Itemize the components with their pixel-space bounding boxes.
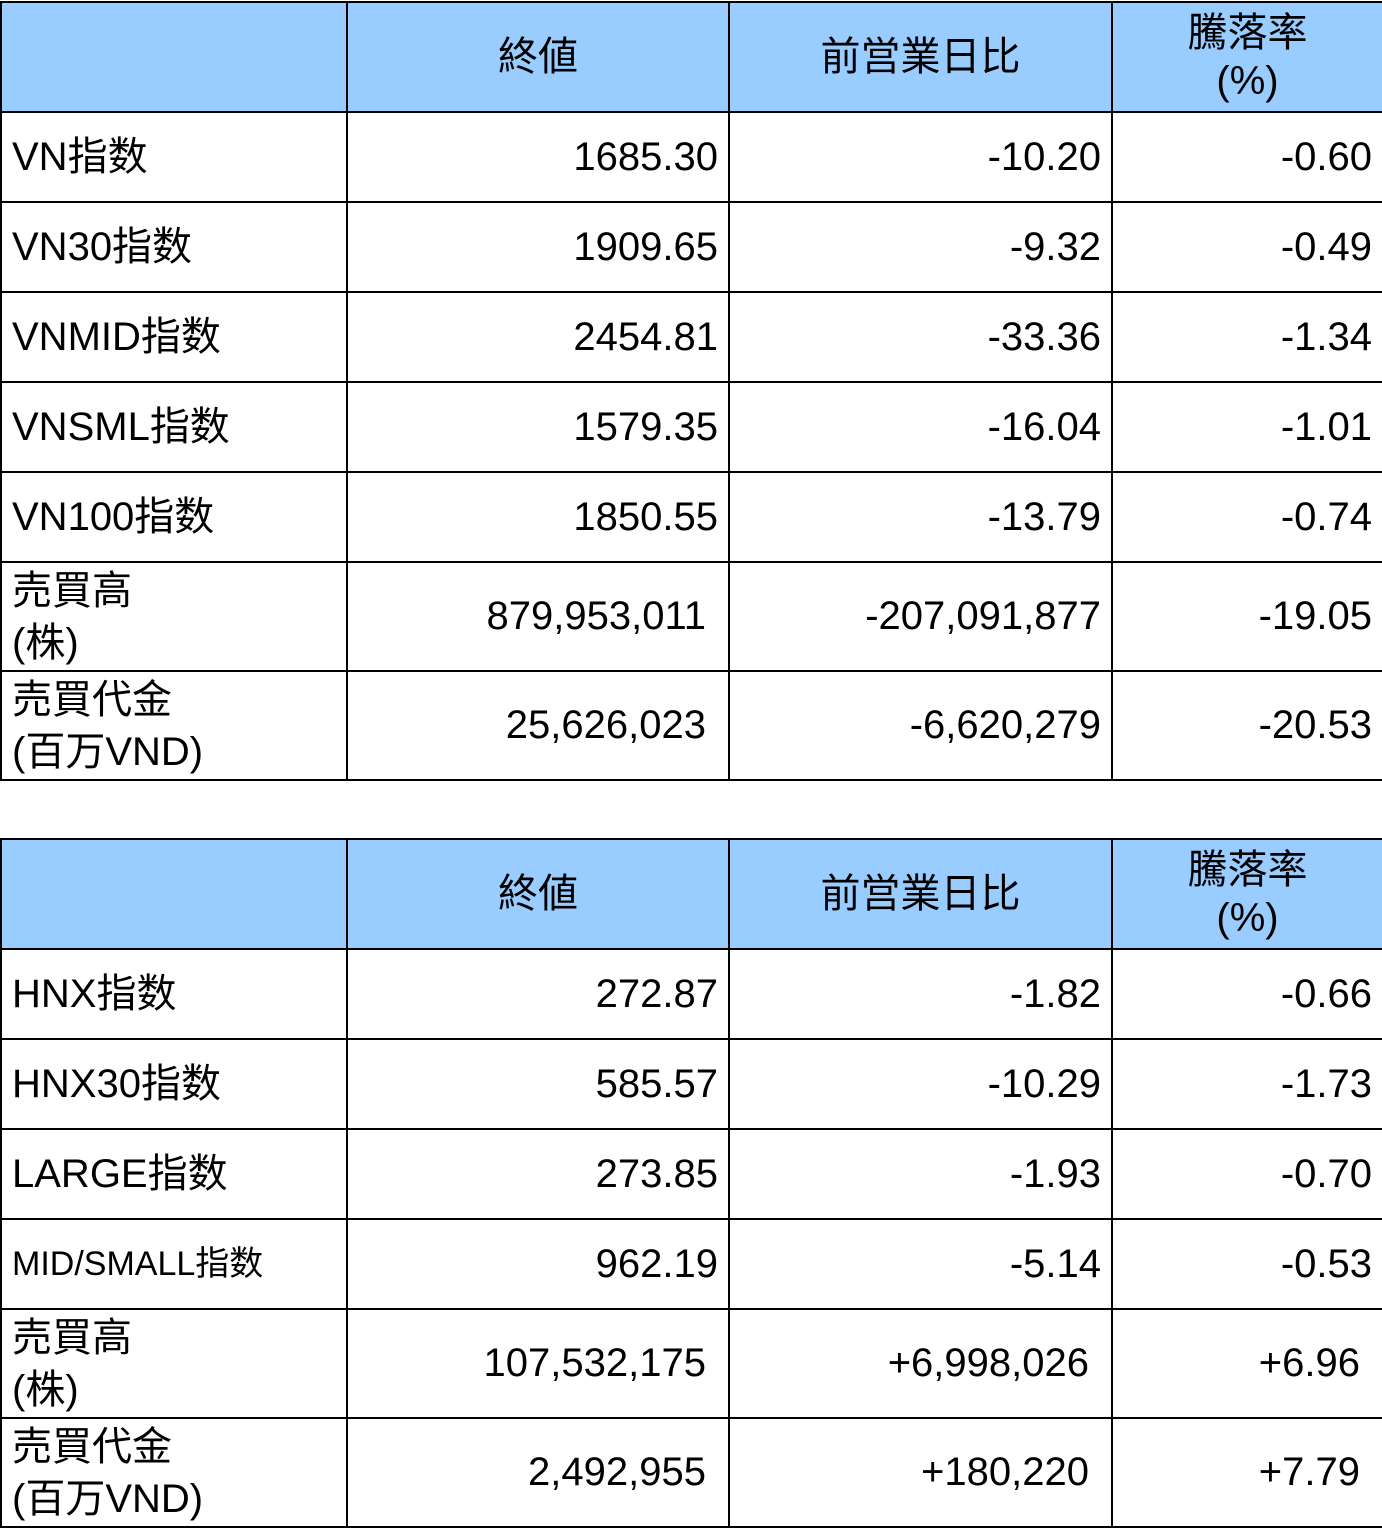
trading-value-change: +180,220 — [728, 1417, 1113, 1528]
trading-value-label-unit: (百万VND) — [12, 729, 204, 774]
volume-label-main: 売買高 — [12, 1315, 132, 1360]
close-value: 585.57 — [346, 1038, 730, 1130]
rate-value: -1.34 — [1111, 291, 1382, 383]
rate-value: -1.73 — [1111, 1038, 1382, 1130]
header-blank-cell — [0, 838, 348, 950]
trading-value-row: 売買代金 (百万VND) 2,492,955 +180,220 +7.79 — [0, 1417, 1382, 1528]
header-rate-label: 騰落率 — [1187, 11, 1308, 55]
header-close: 終値 — [346, 1, 730, 113]
volume-label: 売買高 (株) — [0, 1308, 348, 1419]
change-value: -5.14 — [728, 1218, 1113, 1310]
volume-close: 107,532,175 — [346, 1308, 730, 1419]
header-change: 前営業日比 — [728, 838, 1113, 950]
change-value: -9.32 — [728, 201, 1113, 293]
row-label: VNMID指数 — [0, 291, 348, 383]
change-value: -33.36 — [728, 291, 1113, 383]
trading-value-label: 売買代金 (百万VND) — [0, 670, 348, 781]
trading-value-label: 売買代金 (百万VND) — [0, 1417, 348, 1528]
trading-value-rate: -20.53 — [1111, 670, 1382, 781]
volume-change: -207,091,877 — [728, 561, 1113, 672]
header-rate-unit: (%) — [1216, 896, 1279, 940]
row-label: HNX指数 — [0, 948, 348, 1040]
rate-value: -0.74 — [1111, 471, 1382, 563]
trading-value-row: 売買代金 (百万VND) 25,626,023 -6,620,279 -20.5… — [0, 670, 1382, 781]
trading-value-label-unit: (百万VND) — [12, 1476, 204, 1521]
rate-value: -0.70 — [1111, 1128, 1382, 1220]
change-value: -16.04 — [728, 381, 1113, 473]
volume-label-main: 売買高 — [12, 568, 132, 613]
row-label: VN指数 — [0, 111, 348, 203]
table-row: VNSML指数 1579.35 -16.04 -1.01 — [0, 381, 1382, 473]
change-value: -1.82 — [728, 948, 1113, 1040]
row-label: HNX30指数 — [0, 1038, 348, 1130]
volume-label-unit: (株) — [12, 620, 79, 665]
trading-value-close: 2,492,955 — [346, 1417, 730, 1528]
header-rate-unit: (%) — [1216, 59, 1279, 103]
volume-label: 売買高 (株) — [0, 561, 348, 672]
change-value: -13.79 — [728, 471, 1113, 563]
trading-value-label-main: 売買代金 — [12, 1424, 172, 1469]
trading-value-close: 25,626,023 — [346, 670, 730, 781]
table-row: HNX指数 272.87 -1.82 -0.66 — [0, 948, 1382, 1040]
hnx-index-table: 終値 前営業日比 騰落率 (%) HNX指数 272.87 -1.82 -0.6… — [0, 838, 1382, 1528]
table-row: VN30指数 1909.65 -9.32 -0.49 — [0, 201, 1382, 293]
table-row: LARGE指数 273.85 -1.93 -0.70 — [0, 1128, 1382, 1220]
row-label: VN30指数 — [0, 201, 348, 293]
rate-value: -0.53 — [1111, 1218, 1382, 1310]
header-rate: 騰落率 (%) — [1111, 838, 1382, 950]
close-value: 962.19 — [346, 1218, 730, 1310]
change-value: -10.29 — [728, 1038, 1113, 1130]
close-value: 273.85 — [346, 1128, 730, 1220]
close-value: 1579.35 — [346, 381, 730, 473]
header-row: 終値 前営業日比 騰落率 (%) — [0, 1, 1382, 113]
volume-change: +6,998,026 — [728, 1308, 1113, 1419]
volume-row: 売買高 (株) 879,953,011 -207,091,877 -19.05 — [0, 561, 1382, 672]
close-value: 1909.65 — [346, 201, 730, 293]
table-row: VN指数 1685.30 -10.20 -0.60 — [0, 111, 1382, 203]
header-rate: 騰落率 (%) — [1111, 1, 1382, 113]
volume-rate: +6.96 — [1111, 1308, 1382, 1419]
close-value: 1850.55 — [346, 471, 730, 563]
close-value: 272.87 — [346, 948, 730, 1040]
rate-value: -0.60 — [1111, 111, 1382, 203]
rate-value: -0.66 — [1111, 948, 1382, 1040]
rate-value: -0.49 — [1111, 201, 1382, 293]
volume-close: 879,953,011 — [346, 561, 730, 672]
close-value: 1685.30 — [346, 111, 730, 203]
table-row: MID/SMALL指数 962.19 -5.14 -0.53 — [0, 1218, 1382, 1310]
table-row: VNMID指数 2454.81 -33.36 -1.34 — [0, 291, 1382, 383]
table-row: VN100指数 1850.55 -13.79 -0.74 — [0, 471, 1382, 563]
trading-value-rate: +7.79 — [1111, 1417, 1382, 1528]
row-label: VNSML指数 — [0, 381, 348, 473]
rate-value: -1.01 — [1111, 381, 1382, 473]
row-label: LARGE指数 — [0, 1128, 348, 1220]
close-value: 2454.81 — [346, 291, 730, 383]
volume-row: 売買高 (株) 107,532,175 +6,998,026 +6.96 — [0, 1308, 1382, 1419]
trading-value-change: -6,620,279 — [728, 670, 1113, 781]
change-value: -10.20 — [728, 111, 1113, 203]
row-label: VN100指数 — [0, 471, 348, 563]
volume-rate: -19.05 — [1111, 561, 1382, 672]
header-change: 前営業日比 — [728, 1, 1113, 113]
change-value: -1.93 — [728, 1128, 1113, 1220]
header-blank-cell — [0, 1, 348, 113]
table-row: HNX30指数 585.57 -10.29 -1.73 — [0, 1038, 1382, 1130]
header-rate-label: 騰落率 — [1187, 848, 1308, 892]
row-label: MID/SMALL指数 — [0, 1218, 348, 1310]
hose-index-table: 終値 前営業日比 騰落率 (%) VN指数 1685.30 -10.20 -0.… — [0, 1, 1382, 781]
header-row: 終値 前営業日比 騰落率 (%) — [0, 838, 1382, 950]
header-close: 終値 — [346, 838, 730, 950]
volume-label-unit: (株) — [12, 1367, 79, 1412]
trading-value-label-main: 売買代金 — [12, 677, 172, 722]
